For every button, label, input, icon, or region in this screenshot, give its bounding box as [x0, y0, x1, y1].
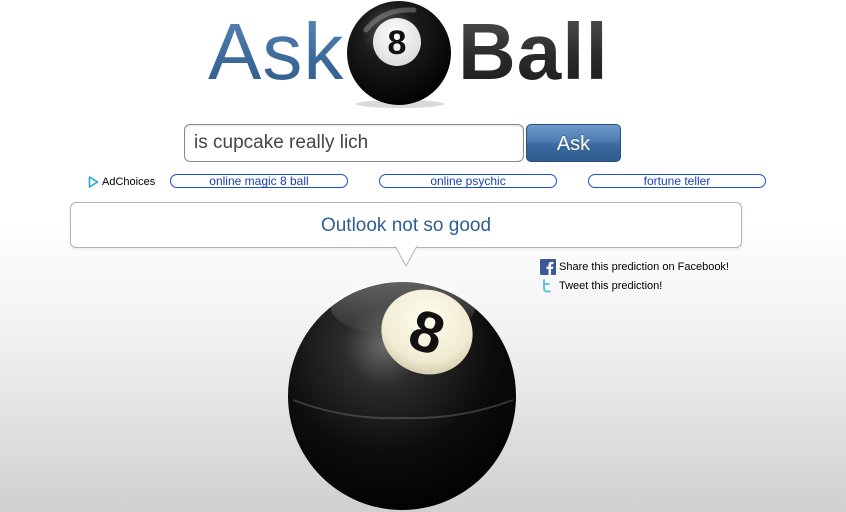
- answer-text: Outlook not so good: [320, 215, 492, 236]
- share-facebook-link[interactable]: Share this prediction on Facebook!: [540, 259, 729, 275]
- ad-link-online-psychic[interactable]: online psychic: [379, 174, 557, 188]
- logo-ask-text: Ask: [208, 7, 345, 96]
- twitter-icon: [543, 279, 551, 293]
- share-twitter-label: Tweet this prediction!: [559, 280, 663, 292]
- adchoices-icon: [88, 176, 99, 188]
- logo-ball-text: Ball: [458, 7, 609, 96]
- site-logo[interactable]: Ask 8 Ball: [0, 0, 846, 112]
- share-facebook-label: Share this prediction on Facebook!: [559, 261, 729, 273]
- share-twitter-link[interactable]: Tweet this prediction!: [540, 278, 662, 294]
- eight-ball-logo-icon: 8: [347, 1, 451, 108]
- logo-ball-number: 8: [388, 24, 407, 62]
- magic-eight-ball[interactable]: 8: [285, 270, 520, 512]
- facebook-icon: [540, 259, 556, 275]
- adchoices-label: AdChoices: [102, 176, 156, 188]
- ad-link-online-magic-8-ball[interactable]: online magic 8 ball: [170, 174, 348, 188]
- ask-button[interactable]: Ask: [526, 124, 621, 162]
- question-input[interactable]: [184, 124, 524, 162]
- ad-link-fortune-teller[interactable]: fortune teller: [588, 174, 766, 188]
- adchoices-link[interactable]: AdChoices: [88, 175, 155, 189]
- bubble-tail: [395, 246, 417, 268]
- answer-bubble: Outlook not so good: [70, 202, 742, 248]
